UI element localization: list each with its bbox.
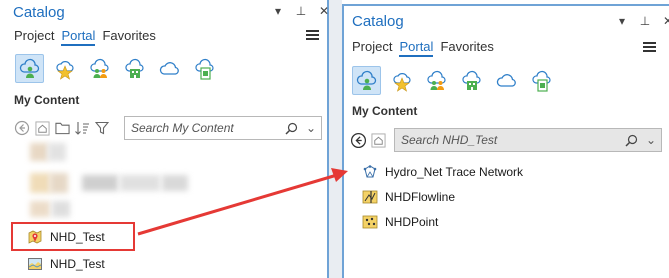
living-atlas-icon[interactable] [190,54,219,83]
search-icon[interactable] [621,134,641,147]
pane-controls: ▾ ⊥ ✕ [616,14,669,28]
list-item[interactable]: NHDFlowline [362,189,455,205]
pin-icon[interactable]: ⊥ [639,14,651,28]
trace-network-icon [362,164,378,180]
menu-icon[interactable] [306,28,319,42]
sort-icon[interactable] [72,118,92,138]
item-label: NHDPoint [385,215,439,229]
search-input[interactable] [125,121,281,135]
back-icon[interactable] [348,130,368,150]
catalog-tabs: Project Portal Favorites [14,28,156,46]
pane-divider [329,0,342,278]
menu-icon[interactable] [643,40,656,54]
tab-portal[interactable]: Portal [399,39,434,57]
point-feature-class-icon [362,214,378,230]
favorites-icon[interactable] [387,66,416,95]
line-feature-class-icon [362,189,378,205]
filter-icon[interactable] [92,118,112,138]
my-groups-icon[interactable] [422,66,451,95]
pane-title: Catalog [352,13,404,30]
my-content-icon[interactable] [15,54,44,83]
list-item[interactable]: Hydro_Net Trace Network [362,164,523,180]
pin-icon[interactable]: ⊥ [295,4,307,18]
item-label: Hydro_Net Trace Network [385,165,524,179]
tab-project[interactable]: Project [14,28,54,46]
back-icon[interactable] [12,118,32,138]
arcgis-online-icon[interactable] [155,54,184,83]
pane-title: Catalog [13,4,65,21]
close-icon[interactable]: ✕ [662,14,669,28]
item-label: NHDFlowline [385,190,456,204]
search-box: ⌄ [394,128,662,152]
tab-favorites[interactable]: Favorites [440,39,493,57]
favorites-icon[interactable] [50,54,79,83]
section-label: My Content [352,104,418,118]
list-item[interactable]: NHDPoint [362,214,438,230]
map-package-icon [27,229,43,245]
list-item[interactable]: NHD_Test [27,256,105,272]
tab-favorites[interactable]: Favorites [102,28,155,46]
content-toolbar [348,127,388,153]
home-icon[interactable] [32,118,52,138]
item-label: NHD_Test [50,257,105,271]
tab-project[interactable]: Project [352,39,392,57]
pane-controls: ▾ ⊥ ✕ [272,4,330,18]
search-input[interactable] [395,133,621,147]
portal-icon-bar [15,54,219,83]
search-icon[interactable] [281,122,301,135]
my-organization-icon[interactable] [457,66,486,95]
content-toolbar [12,115,112,141]
section-label: My Content [14,93,80,107]
list-item[interactable]: NHD_Test [27,229,105,245]
web-map-icon [27,256,43,272]
catalog-tabs: Project Portal Favorites [352,39,494,57]
home-icon[interactable] [368,130,388,150]
redacted-content [30,143,190,217]
right-catalog-pane: Catalog ▾ ⊥ ✕ Project Portal Favorites M… [342,4,669,278]
portal-icon-bar [352,66,556,95]
my-content-icon[interactable] [352,66,381,95]
arcgis-online-icon[interactable] [492,66,521,95]
chevron-down-icon[interactable]: ⌄ [641,133,661,147]
search-box: ⌄ [124,116,322,140]
tab-portal[interactable]: Portal [61,28,96,46]
item-label: NHD_Test [50,230,105,244]
living-atlas-icon[interactable] [527,66,556,95]
dropdown-icon[interactable]: ▾ [616,14,628,28]
folder-icon[interactable] [52,118,72,138]
left-catalog-pane: Catalog ▾ ⊥ ✕ Project Portal Favorites M… [0,0,329,278]
my-organization-icon[interactable] [120,54,149,83]
chevron-down-icon[interactable]: ⌄ [301,121,321,135]
my-groups-icon[interactable] [85,54,114,83]
dropdown-icon[interactable]: ▾ [272,4,284,18]
